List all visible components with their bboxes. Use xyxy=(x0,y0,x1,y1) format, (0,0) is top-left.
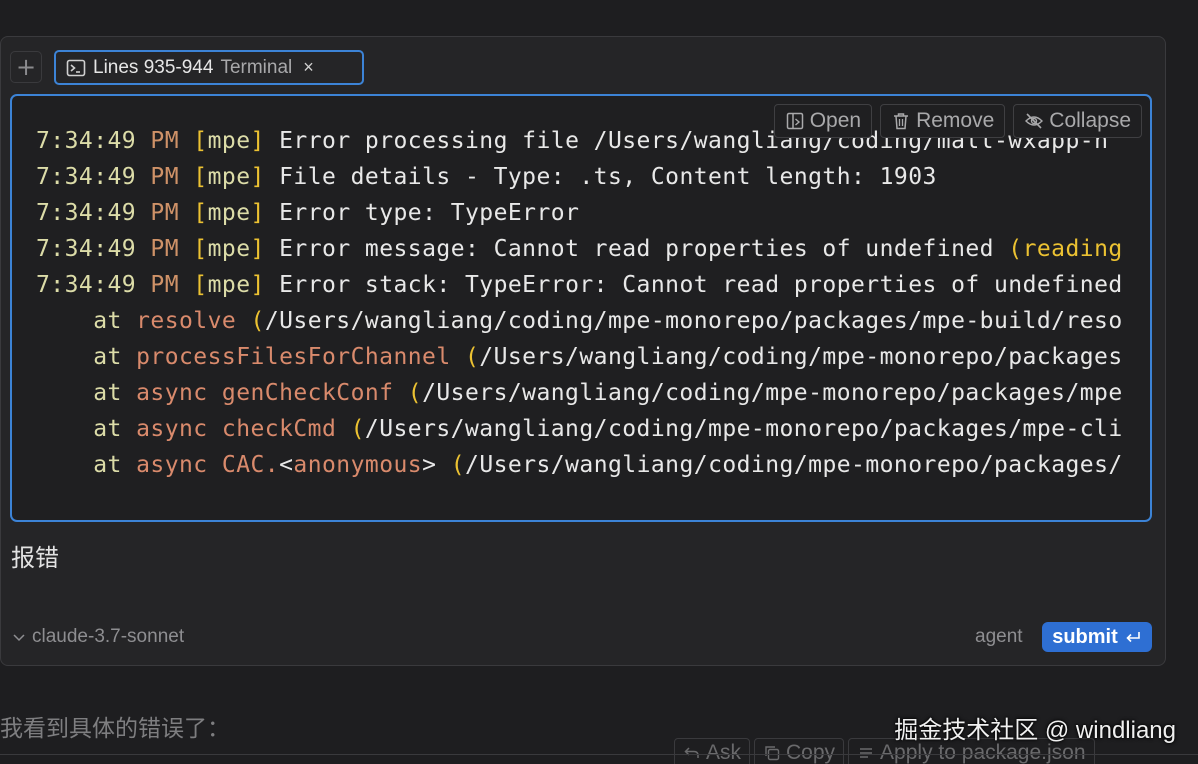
code-token-fn: processFilesForChannel xyxy=(136,344,465,370)
code-token-tag: mpe xyxy=(207,200,251,226)
watermark: 掘金技术社区 @ windliang xyxy=(894,717,1176,744)
prompt-input[interactable]: 报错 xyxy=(11,538,59,573)
submit-button[interactable]: submit xyxy=(1042,622,1152,652)
code-token-paren: ( xyxy=(450,452,466,478)
code-block-actions: Open Remove Collapse xyxy=(773,104,1142,138)
remove-button[interactable]: Remove xyxy=(880,104,1006,138)
context-chip-terminal[interactable]: Lines 935-944 Terminal × xyxy=(54,50,364,85)
code-token-pm: PM xyxy=(150,272,194,298)
code-token-txt: > xyxy=(422,452,451,478)
code-line: at processFilesForChannel (/Users/wangli… xyxy=(36,339,1126,375)
code-token-br: ] xyxy=(250,272,265,298)
code-token-txt: /Users/wangliang/coding/mpe-monorepo/pac… xyxy=(465,452,1123,478)
code-token-tag: mpe xyxy=(207,236,251,262)
code-token-txt: Error type: TypeError xyxy=(264,200,580,226)
code-token-fn: anonymous xyxy=(293,452,423,478)
assistant-reply-text: 我看到具体的错误了： xyxy=(0,715,230,741)
close-icon[interactable]: × xyxy=(303,57,314,78)
code-token-txt: /Users/wangliang/coding/mpe-monorepo/pac… xyxy=(479,344,1123,370)
open-icon xyxy=(786,112,803,130)
code-token-br: ] xyxy=(250,236,265,262)
code-token-br: [ xyxy=(193,128,208,154)
open-button[interactable]: Open xyxy=(773,104,873,138)
code-token-txt: Error stack: TypeError: Cannot read prop… xyxy=(264,272,1123,298)
terminal-icon xyxy=(66,59,86,76)
code-token-pm: PM xyxy=(150,200,194,226)
code-token-paren: ( xyxy=(464,344,480,370)
code-token-fn: async CAC. xyxy=(136,452,280,478)
terminal-code-block: 7:34:49 PM [mpe] Error processing file /… xyxy=(10,94,1152,522)
code-token-br: [ xyxy=(193,200,208,226)
code-token-txt: File details - Type: .ts, Content length… xyxy=(264,164,937,190)
remove-label: Remove xyxy=(916,109,995,132)
code-line: at async checkCmd (/Users/wangliang/codi… xyxy=(36,411,1126,447)
code-line: at resolve (/Users/wangliang/coding/mpe-… xyxy=(36,303,1126,339)
code-token-at: at xyxy=(93,308,137,334)
code-token-br: [ xyxy=(193,164,208,190)
code-line: 7:34:49 PM [mpe] Error stack: TypeError:… xyxy=(36,267,1126,303)
code-token-fn: async genCheckConf xyxy=(136,380,408,406)
code-token-paren: (reading xyxy=(1008,236,1123,262)
code-token-txt: /Users/wangliang/coding/mpe-monorepo/pac… xyxy=(364,416,1123,442)
code-lines: 7:34:49 PM [mpe] Error processing file /… xyxy=(36,123,1126,483)
code-token-fn: resolve xyxy=(136,308,251,334)
code-line: 7:34:49 PM [mpe] Error message: Cannot r… xyxy=(36,231,1126,267)
code-token-br: ] xyxy=(250,128,265,154)
model-name: claude-3.7-sonnet xyxy=(32,626,185,647)
code-token-pm: PM xyxy=(150,236,194,262)
code-token-txt: Error message: Cannot read properties of… xyxy=(264,236,1009,262)
code-token-time: 7:34:49 xyxy=(36,272,151,298)
code-token-pm: PM xyxy=(150,128,194,154)
enter-icon xyxy=(1126,632,1140,643)
code-token-tag: mpe xyxy=(207,272,251,298)
submit-label: submit xyxy=(1052,625,1118,648)
mode-selector[interactable]: agent xyxy=(975,626,1023,648)
code-token-at: at xyxy=(93,416,137,442)
add-context-button[interactable]: + xyxy=(10,51,42,83)
code-line: at async genCheckConf (/Users/wangliang/… xyxy=(36,375,1126,411)
code-token-txt: /Users/wangliang/coding/mpe-monorepo/pac… xyxy=(264,308,1123,334)
chevron-down-icon xyxy=(13,634,25,642)
code-token-br: ] xyxy=(250,200,265,226)
code-token-paren: ( xyxy=(407,380,423,406)
eye-off-icon xyxy=(1025,113,1044,129)
code-line: 7:34:49 PM [mpe] Error type: TypeError xyxy=(36,195,1126,231)
code-line: at async CAC.<anonymous> (/Users/wanglia… xyxy=(36,447,1126,483)
code-token-at: at xyxy=(93,380,137,406)
code-token-time: 7:34:49 xyxy=(36,200,151,226)
code-token-paren: ( xyxy=(250,308,265,334)
plus-icon: + xyxy=(15,53,37,81)
code-token-br: ] xyxy=(250,164,265,190)
open-label: Open xyxy=(809,109,862,132)
code-token-time: 7:34:49 xyxy=(36,128,151,154)
code-token-txt: < xyxy=(279,452,294,478)
code-token-tag: mpe xyxy=(207,128,251,154)
code-token-tag: mpe xyxy=(207,164,251,190)
code-token-at: at xyxy=(93,452,137,478)
code-token-time: 7:34:49 xyxy=(36,236,151,262)
divider xyxy=(0,754,1198,764)
collapse-label: Collapse xyxy=(1049,109,1131,132)
code-token-br: [ xyxy=(193,236,208,262)
code-token-fn: async checkCmd xyxy=(136,416,351,442)
code-line: 7:34:49 PM [mpe] File details - Type: .t… xyxy=(36,159,1126,195)
code-token-br: [ xyxy=(193,272,208,298)
code-token-time: 7:34:49 xyxy=(36,164,151,190)
code-token-at: at xyxy=(93,344,137,370)
trash-icon xyxy=(894,113,909,130)
model-selector[interactable]: claude-3.7-sonnet xyxy=(12,626,184,648)
code-token-paren: ( xyxy=(350,416,365,442)
code-token-pm: PM xyxy=(150,164,194,190)
context-chip-kind: Terminal xyxy=(220,56,293,78)
context-chip-label: Lines 935-944 xyxy=(93,56,214,78)
code-token-txt: /Users/wangliang/coding/mpe-monorepo/pac… xyxy=(422,380,1123,406)
collapse-button[interactable]: Collapse xyxy=(1013,104,1142,138)
